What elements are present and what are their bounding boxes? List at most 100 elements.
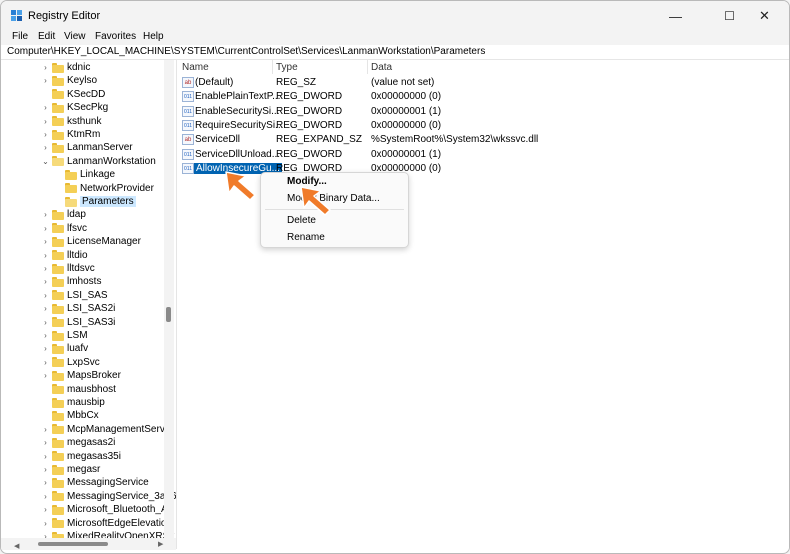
chevron-right-icon[interactable]: › <box>41 142 50 154</box>
address-bar[interactable]: Computer\HKEY_LOCAL_MACHINE\SYSTEM\Curre… <box>1 45 789 60</box>
tree-vertical-scroll-thumb[interactable] <box>166 307 171 322</box>
tree-item[interactable]: › ldap <box>41 208 86 221</box>
chevron-right-icon[interactable]: › <box>41 236 50 248</box>
column-header-type[interactable]: Type <box>276 62 298 73</box>
tree-item[interactable]: › LSI_SAS3i <box>41 316 115 329</box>
menu-view[interactable]: View <box>64 31 86 42</box>
chevron-right-icon[interactable]: › <box>41 276 50 288</box>
chevron-down-icon[interactable]: ⌄ <box>41 155 50 167</box>
chevron-right-icon[interactable]: › <box>41 370 50 382</box>
tree-item[interactable]: Linkage <box>54 168 115 181</box>
tree-item[interactable]: MbbCx <box>41 409 99 422</box>
chevron-right-icon[interactable]: › <box>41 330 50 342</box>
context-rename[interactable]: Rename <box>287 232 325 243</box>
tree-item[interactable]: › LanmanServer <box>41 141 133 154</box>
chevron-right-icon[interactable]: › <box>41 249 50 261</box>
binary-value-icon: 011 <box>182 148 194 160</box>
tree-item[interactable]: › McpManagementServic <box>41 423 172 436</box>
string-value-icon: ab <box>182 134 194 146</box>
chevron-right-icon[interactable]: › <box>41 343 50 355</box>
binary-value-icon: 011 <box>182 162 194 174</box>
tree-horizontal-scroll-thumb[interactable] <box>38 542 108 546</box>
scroll-right-icon[interactable]: ▶ <box>158 540 163 548</box>
tree-item[interactable]: Parameters <box>54 195 136 208</box>
minimize-button[interactable]: — <box>653 1 698 31</box>
menu-favorites[interactable]: Favorites <box>95 31 136 42</box>
tree-item[interactable]: › LSI_SAS2i <box>41 302 115 315</box>
chevron-right-icon[interactable]: › <box>41 477 50 489</box>
chevron-right-icon[interactable]: › <box>41 289 50 301</box>
chevron-right-icon[interactable]: › <box>41 356 50 368</box>
tree-item[interactable]: › KtmRm <box>41 128 100 141</box>
close-button[interactable]: ✕ <box>742 1 787 31</box>
chevron-right-icon[interactable]: › <box>41 437 50 449</box>
values-list-pane[interactable]: Name Type Data ab (Default) REG_SZ (value n… <box>178 60 789 550</box>
tree-item[interactable]: › lltdsvc <box>41 262 95 275</box>
chevron-right-icon[interactable]: › <box>41 450 50 462</box>
tree-item[interactable]: › megasr <box>41 463 100 476</box>
chevron-right-icon[interactable]: › <box>41 263 50 275</box>
tree-item[interactable]: › megasas2i <box>41 436 115 449</box>
chevron-right-icon[interactable]: › <box>41 102 50 114</box>
tree-item-label: lltdio <box>67 249 88 261</box>
tree-item[interactable]: › Microsoft_Bluetooth_Av <box>41 503 172 516</box>
scroll-left-icon[interactable]: ◀ <box>14 542 19 550</box>
tree-item[interactable]: › Keylso <box>41 74 97 87</box>
tree-item[interactable]: › lfsvc <box>41 222 87 235</box>
tree-item[interactable]: › LxpSvc <box>41 356 100 369</box>
chevron-right-icon[interactable]: › <box>41 464 50 476</box>
chevron-right-icon[interactable]: › <box>41 222 50 234</box>
chevron-right-icon[interactable]: › <box>41 62 50 74</box>
chevron-right-icon[interactable]: › <box>41 303 50 315</box>
value-row[interactable]: 011 RequireSecuritySi... REG_DWORD 0x000000… <box>178 119 789 133</box>
tree-item[interactable]: KSecDD <box>41 88 105 101</box>
chevron-right-icon[interactable]: › <box>41 504 50 516</box>
column-divider[interactable] <box>367 60 368 74</box>
value-row[interactable]: ab (Default) REG_SZ (value not set) <box>178 76 789 90</box>
tree-item-label: KtmRm <box>67 129 101 140</box>
tree-item[interactable]: › KSecPkg <box>41 101 108 114</box>
tree-vertical-scrollbar[interactable] <box>164 60 174 538</box>
tree-item[interactable]: mausbhost <box>41 383 116 396</box>
value-row[interactable]: 011 EnablePlainTextP... REG_DWORD 0x0000000… <box>178 90 789 104</box>
chevron-right-icon[interactable]: › <box>41 209 50 221</box>
tree-item[interactable]: › lltdio <box>41 249 88 262</box>
tree-item[interactable]: › MicrosoftEdgeElevation <box>41 517 172 530</box>
tree-item[interactable]: › kdnic <box>41 61 90 74</box>
chevron-right-icon[interactable]: › <box>41 115 50 127</box>
menu-file[interactable]: File <box>12 31 28 42</box>
tree-item[interactable]: › LSI_SAS <box>41 289 107 302</box>
tree-item[interactable]: › lmhosts <box>41 275 101 288</box>
tree-item[interactable]: › LicenseManager <box>41 235 141 248</box>
chevron-right-icon[interactable]: › <box>41 129 50 141</box>
chevron-right-icon[interactable]: › <box>41 490 50 502</box>
chevron-right-icon[interactable]: › <box>41 75 50 87</box>
tree-item[interactable]: › MessagingService_3a26 <box>41 490 176 503</box>
column-header-name[interactable]: Name <box>182 62 209 73</box>
tree-item[interactable]: › megasas35i <box>41 450 121 463</box>
tree-item[interactable]: › LSM <box>41 329 87 342</box>
value-row[interactable]: ab ServiceDll REG_EXPAND_SZ %SystemRoot%\Sy… <box>178 133 789 147</box>
tree-item[interactable]: mausbip <box>41 396 105 409</box>
key-tree-pane[interactable]: › kdnic › Keylso KSecDD › KSecPkg › ksthunk › KtmR… <box>1 60 177 549</box>
tree-item[interactable]: NetworkProvider <box>54 182 154 195</box>
folder-icon <box>65 169 77 180</box>
value-row[interactable]: 011 ServiceDllUnload... REG_DWORD 0x0000000… <box>178 148 789 162</box>
chevron-right-icon[interactable]: › <box>41 316 50 328</box>
tree-item[interactable]: › MessagingService <box>41 476 149 489</box>
tree-item[interactable]: ⌄ LanmanWorkstation <box>41 155 156 168</box>
value-row[interactable]: 011 EnableSecuritySi... REG_DWORD 0x0000000… <box>178 105 789 119</box>
tree-item[interactable]: › ksthunk <box>41 115 101 128</box>
value-type: REG_EXPAND_SZ <box>276 134 362 146</box>
menu-edit[interactable]: Edit <box>38 31 55 42</box>
title-bar[interactable]: Registry Editor — ☐ ✕ <box>1 1 789 31</box>
tree-item-label: LanmanServer <box>67 142 133 154</box>
chevron-right-icon[interactable]: › <box>41 423 50 435</box>
column-header-data[interactable]: Data <box>371 62 392 73</box>
menu-help[interactable]: Help <box>143 31 164 42</box>
column-divider[interactable] <box>272 60 273 74</box>
value-name: RequireSecuritySi... <box>195 119 284 131</box>
tree-item[interactable]: › luafv <box>41 342 88 355</box>
chevron-right-icon[interactable]: › <box>41 517 50 529</box>
tree-item[interactable]: › MapsBroker <box>41 369 121 382</box>
